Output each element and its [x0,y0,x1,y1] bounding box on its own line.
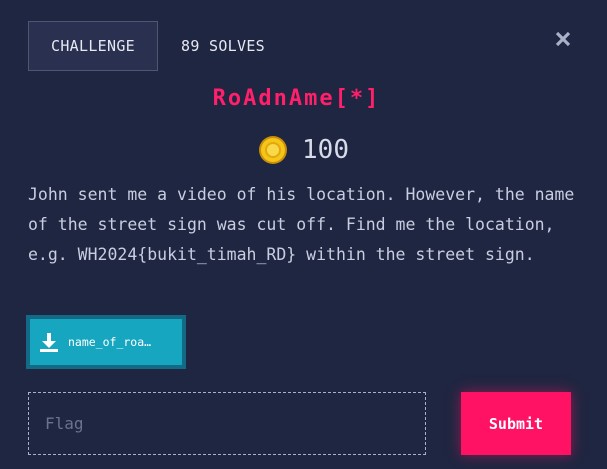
download-file-label: name_of_roa… [68,335,152,349]
close-icon[interactable] [553,29,573,49]
challenge-title: RoAdnAme[*] [212,86,381,111]
flag-input[interactable] [28,392,426,455]
tab-solves-label: 89 SOLVES [181,37,265,55]
tab-challenge[interactable]: CHALLENGE [28,21,158,71]
download-file-button[interactable]: name_of_roa… [26,315,186,369]
points-value: 100 [302,135,349,165]
tab-challenge-label: CHALLENGE [51,37,135,55]
coin-icon [258,135,288,165]
points-display: 100 [0,130,607,170]
download-icon [38,331,60,353]
tab-solves[interactable]: 89 SOLVES [181,21,265,71]
challenge-description: John sent me a video of his location. Ho… [28,185,575,264]
submit-button[interactable]: Submit [461,392,571,455]
